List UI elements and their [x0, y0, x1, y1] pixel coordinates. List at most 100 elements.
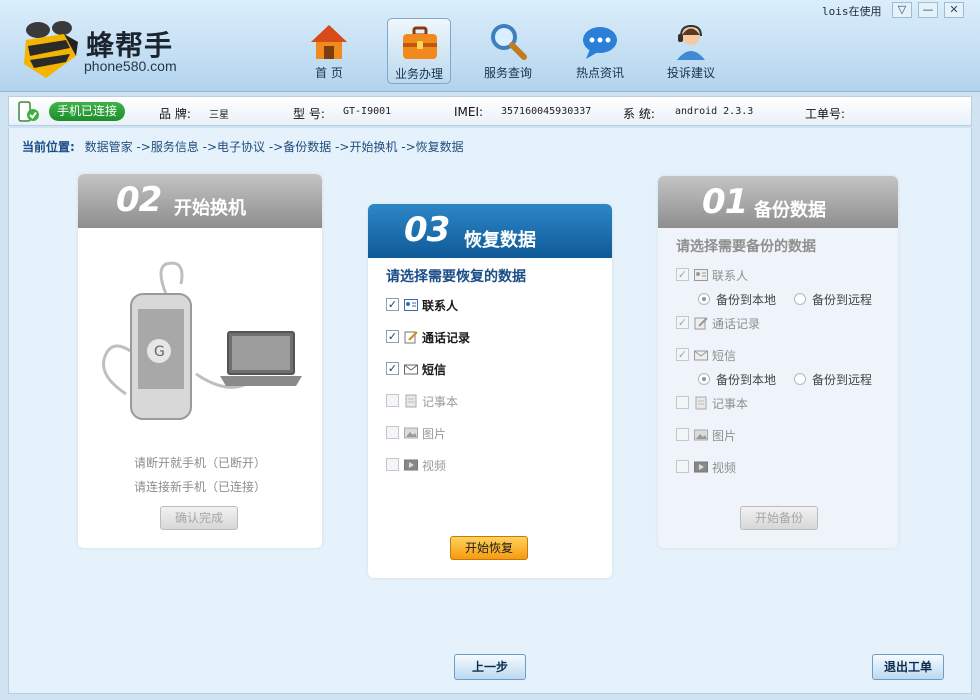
nav-home[interactable]: 首 页 — [297, 18, 361, 84]
step3-number: 03 — [404, 210, 450, 250]
restore-calllog-label: 通话记录 — [422, 331, 471, 345]
chat-bubble-icon — [583, 27, 617, 59]
restore-photos-label: 图片 — [422, 427, 447, 441]
backup-photos-label: 图片 — [712, 429, 737, 443]
sms-local-radio[interactable] — [698, 373, 710, 385]
step3-header: 03 恢复数据 — [368, 204, 612, 258]
step1-header: 01 备份数据 — [658, 176, 898, 228]
svg-text:G: G — [154, 344, 165, 360]
nav-complaint[interactable]: 投诉建议 — [659, 18, 723, 84]
backup-contacts-label: 联系人 — [712, 269, 749, 283]
bee-logo-icon — [24, 21, 78, 78]
model-label: 型 号: — [293, 107, 325, 121]
house-icon — [311, 25, 347, 59]
ticket-label: 工单号: — [805, 107, 846, 121]
step2-title: 开始换机 — [174, 198, 246, 219]
magnifier-icon — [491, 24, 527, 60]
restore-videos-label: 视频 — [422, 459, 447, 473]
sms-backup-target: 备份到本地 备份到远程 — [698, 370, 888, 388]
restore-notes-row[interactable]: 记事本 — [386, 392, 586, 410]
breadcrumb-path[interactable]: 数据管家 ->服务信息 ->电子协议 ->备份数据 ->开始换机 ->恢复数据 — [85, 140, 464, 154]
backup-videos-checkbox[interactable] — [676, 460, 689, 473]
phone-connected-icon — [18, 101, 39, 122]
restore-calllog-row[interactable]: ✓ 通话记录 — [386, 328, 586, 346]
backup-videos-label: 视频 — [712, 461, 737, 475]
close-button[interactable]: ✕ — [944, 2, 964, 18]
brand-url: phone580.com — [84, 58, 177, 74]
restore-photos-row[interactable]: 图片 — [386, 424, 586, 442]
backup-photos-row[interactable]: 图片 — [676, 426, 876, 444]
backup-sms-checkbox[interactable]: ✓ — [676, 348, 689, 361]
disconnect-old-phone-text: 请断开就手机（已断开） — [133, 456, 266, 470]
restore-sms-checkbox[interactable]: ✓ — [386, 362, 399, 375]
restore-videos-row[interactable]: 视频 — [386, 456, 586, 474]
backup-contacts-checkbox[interactable]: ✓ — [676, 268, 689, 281]
briefcase-icon — [403, 26, 437, 59]
backup-videos-row[interactable]: 视频 — [676, 458, 876, 476]
restore-contacts-label: 联系人 — [422, 299, 459, 313]
backup-notes-checkbox[interactable] — [676, 396, 689, 409]
imei-label: IMEI: — [454, 105, 484, 119]
exit-ticket-button[interactable]: 退出工单 — [872, 654, 944, 680]
envelope-icon — [404, 364, 418, 375]
device-info-bar: 手机已连接 品 牌: 三星 型 号: GT-I9001 IMEI: 357160… — [8, 96, 972, 126]
restore-notes-checkbox[interactable] — [386, 394, 399, 407]
restore-videos-checkbox[interactable] — [386, 458, 399, 471]
contacts-card-icon — [694, 269, 708, 281]
phone-laptop-illustration: G — [102, 261, 302, 420]
start-backup-button[interactable]: 开始备份 — [740, 506, 818, 530]
note-pencil-icon — [404, 331, 418, 344]
previous-step-button[interactable]: 上一步 — [454, 654, 526, 680]
sms-remote-label: 备份到远程 — [812, 373, 873, 387]
nav-business[interactable]: 业务办理 — [387, 18, 451, 84]
confirm-complete-button[interactable]: 确认完成 — [160, 506, 238, 530]
settings-menu-button[interactable]: ▽ — [892, 2, 912, 18]
nav-service-label: 服务查询 — [483, 66, 532, 80]
restore-sms-row[interactable]: ✓ 短信 — [386, 360, 586, 378]
backup-contacts-row[interactable]: ✓ 联系人 — [676, 266, 876, 284]
step1-number: 01 — [702, 182, 748, 222]
nav-news[interactable]: 热点资讯 — [568, 18, 632, 84]
restore-sms-label: 短信 — [422, 363, 447, 377]
backup-calllog-row[interactable]: ✓ 通话记录 — [676, 314, 876, 332]
contacts-local-label: 备份到本地 — [716, 293, 777, 307]
start-restore-button[interactable]: 开始恢复 — [450, 536, 528, 560]
sms-remote-radio[interactable] — [794, 373, 806, 385]
connection-status-badge: 手机已连接 — [49, 102, 126, 121]
step2-header: 02 开始换机 — [78, 174, 322, 228]
restore-photos-checkbox[interactable] — [386, 426, 399, 439]
brand-value: 三星 — [209, 110, 229, 121]
nav-complaint-label: 投诉建议 — [666, 66, 715, 80]
contacts-backup-target: 备份到本地 备份到远程 — [698, 290, 888, 308]
restore-contacts-checkbox[interactable]: ✓ — [386, 298, 399, 311]
step3-title: 恢复数据 — [464, 230, 536, 251]
contacts-local-radio[interactable] — [698, 293, 710, 305]
breadcrumb-label: 当前位置: — [22, 140, 75, 154]
step2-number: 02 — [116, 180, 162, 220]
title-bar: 蜂帮手 phone580.com 首 页 业务办理 服务查询 热点资讯 投诉建议… — [0, 0, 980, 92]
contacts-remote-radio[interactable] — [794, 293, 806, 305]
minimize-button[interactable]: — — [918, 2, 938, 18]
nav-service[interactable]: 服务查询 — [476, 18, 540, 84]
step3-card: 03 恢复数据 请选择需要恢复的数据 ✓ 联系人 ✓ 通话记录 ✓ 短信 记事本… — [368, 204, 612, 578]
model-value: GT-I9001 — [343, 106, 392, 117]
backup-notes-row[interactable]: 记事本 — [676, 394, 876, 412]
system-value: android 2.3.3 — [675, 106, 754, 117]
backup-sms-row[interactable]: ✓ 短信 — [676, 346, 876, 364]
imei-value: 357160045930337 — [501, 106, 592, 117]
restore-prompt: 请选择需要恢复的数据 — [386, 269, 526, 285]
restore-calllog-checkbox[interactable]: ✓ — [386, 330, 399, 343]
backup-photos-checkbox[interactable] — [676, 428, 689, 441]
nav-news-label: 热点资讯 — [575, 66, 624, 80]
note-pencil-icon — [694, 317, 708, 330]
brand-label: 品 牌: — [159, 107, 191, 121]
restore-contacts-row[interactable]: ✓ 联系人 — [386, 296, 586, 314]
picture-icon — [404, 427, 418, 439]
backup-calllog-label: 通话记录 — [712, 317, 761, 331]
notebook-icon — [695, 396, 707, 410]
backup-calllog-checkbox[interactable]: ✓ — [676, 316, 689, 329]
picture-icon — [694, 429, 708, 441]
connect-new-phone-text: 请连接新手机（已连接） — [133, 480, 266, 494]
contacts-remote-label: 备份到远程 — [812, 293, 873, 307]
step1-card: 01 备份数据 请选择需要备份的数据 ✓ 联系人 备份到本地 备份到远程 ✓ 通… — [658, 176, 898, 548]
